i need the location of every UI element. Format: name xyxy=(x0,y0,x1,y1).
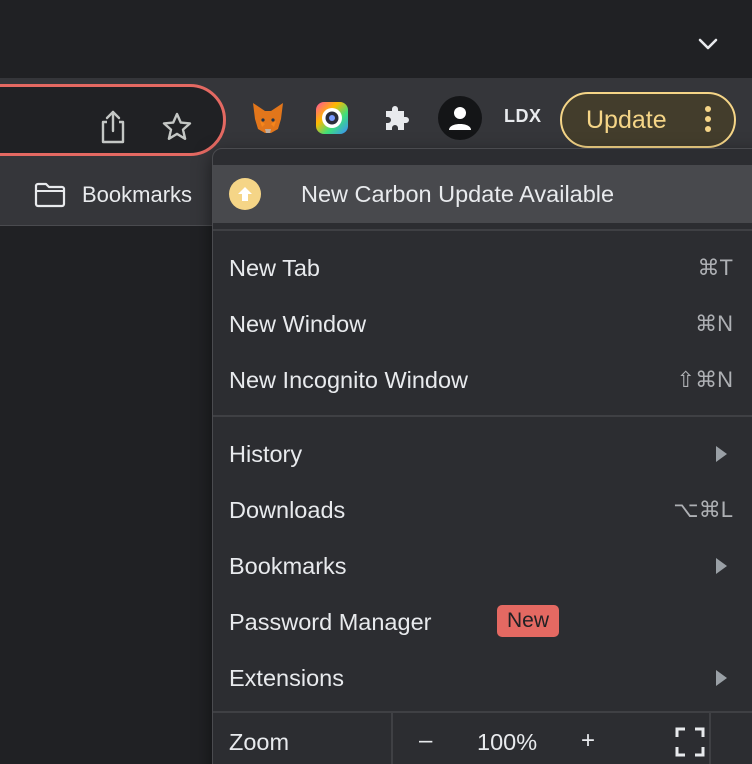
share-button[interactable] xyxy=(95,109,131,145)
zoom-in-button[interactable]: + xyxy=(581,727,595,755)
zoom-controls: – 100% + xyxy=(391,713,711,764)
tab-search-dropdown[interactable] xyxy=(694,30,722,58)
update-available-label: New Carbon Update Available xyxy=(301,180,615,207)
camera-extension[interactable] xyxy=(312,98,352,138)
browser-window: LDX Update Bookmarks New Carbon Update A… xyxy=(0,0,752,764)
menu-separator xyxy=(213,415,752,417)
menu-item-shortcut: ⇧⌘N xyxy=(676,367,733,392)
update-button-label: Update xyxy=(586,105,667,134)
zoom-level: 100% xyxy=(477,729,538,755)
menu-item-history[interactable]: History xyxy=(213,427,752,481)
ldx-extension[interactable]: LDX xyxy=(504,106,542,127)
chevron-down-icon xyxy=(698,38,718,50)
omnibox[interactable] xyxy=(0,84,226,156)
person-icon xyxy=(449,107,471,130)
menu-item-label: New Window xyxy=(229,310,367,337)
more-vertical-icon xyxy=(704,106,712,136)
menu-item-label: New Incognito Window xyxy=(229,366,469,393)
browser-menu: New Carbon Update Available New Tab ⌘T N… xyxy=(212,148,752,764)
camera-lens-icon xyxy=(316,102,348,134)
submenu-arrow-icon xyxy=(716,558,727,574)
menu-item-label: Downloads xyxy=(229,496,346,523)
profile-button[interactable] xyxy=(438,96,482,140)
extensions-button[interactable] xyxy=(376,98,416,138)
bookmarks-folder[interactable]: Bookmarks xyxy=(34,178,192,212)
bookmark-star-button[interactable] xyxy=(159,109,195,145)
menu-item-new-tab[interactable]: New Tab ⌘T xyxy=(213,241,752,295)
menu-item-bookmarks[interactable]: Bookmarks xyxy=(213,539,752,593)
star-outline-icon xyxy=(162,112,192,140)
puzzle-icon xyxy=(386,106,409,130)
menu-item-label: Bookmarks xyxy=(229,552,347,579)
update-available-item[interactable]: New Carbon Update Available xyxy=(213,165,752,223)
fullscreen-button[interactable] xyxy=(675,727,705,757)
menu-item-label: Password Manager xyxy=(229,608,432,635)
menu-item-shortcut: ⌘T xyxy=(697,255,733,280)
menu-item-shortcut: ⌘N xyxy=(695,311,733,336)
update-arrow-icon xyxy=(229,178,261,210)
new-badge: New xyxy=(497,605,560,637)
fox-icon xyxy=(253,103,283,133)
update-button[interactable]: Update xyxy=(560,92,736,148)
menu-item-label: New Tab xyxy=(229,254,321,281)
zoom-row: Zoom – 100% + xyxy=(213,711,752,764)
menu-item-extensions[interactable]: Extensions xyxy=(213,651,752,705)
menu-item-password-manager[interactable]: Password Manager New xyxy=(213,595,752,649)
menu-item-new-window[interactable]: New Window ⌘N xyxy=(213,297,752,351)
share-icon xyxy=(101,110,125,144)
tab-strip xyxy=(0,0,752,78)
zoom-out-button[interactable]: – xyxy=(419,727,432,755)
menu-separator xyxy=(213,229,752,231)
submenu-arrow-icon xyxy=(716,670,727,686)
menu-item-shortcut: ⌥⌘L xyxy=(673,497,733,522)
metamask-extension[interactable] xyxy=(248,98,288,138)
folder-icon xyxy=(34,182,66,208)
menu-item-new-incognito-window[interactable]: New Incognito Window ⇧⌘N xyxy=(213,353,752,407)
zoom-label: Zoom xyxy=(229,729,290,755)
menu-item-downloads[interactable]: Downloads ⌥⌘L xyxy=(213,483,752,537)
submenu-arrow-icon xyxy=(716,446,727,462)
menu-item-label: Extensions xyxy=(229,664,344,691)
menu-item-label: History xyxy=(229,440,303,467)
bookmarks-folder-label: Bookmarks xyxy=(82,182,193,207)
fullscreen-icon xyxy=(675,727,705,757)
